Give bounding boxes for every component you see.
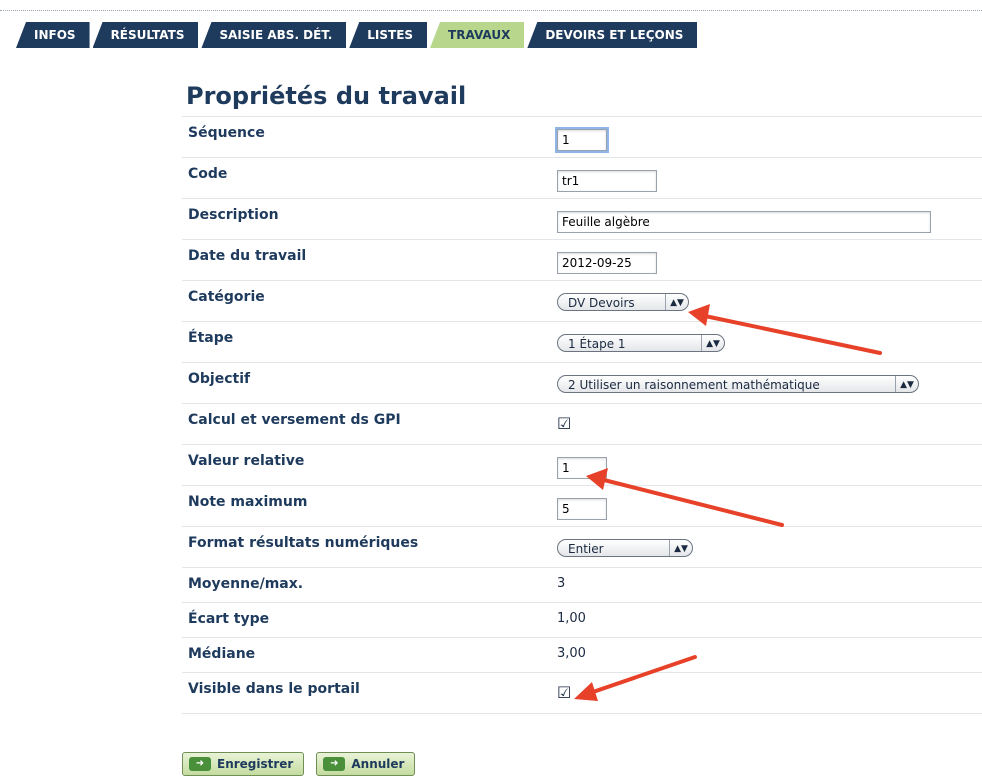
annotation-arrows — [574, 304, 882, 701]
cancel-label: Annuler — [351, 757, 405, 771]
save-button[interactable]: ➜ Enregistrer — [182, 752, 305, 776]
annotation-arrowhead — [574, 682, 598, 701]
annotation-arrow — [588, 655, 697, 695]
annotation-arrow — [602, 478, 784, 527]
annotation-arrowhead — [586, 468, 608, 490]
save-label: Enregistrer — [217, 757, 294, 771]
green-arrow-icon: ➜ — [323, 757, 346, 771]
cancel-button[interactable]: ➜ Annuler — [316, 752, 416, 776]
green-arrow-icon: ➜ — [189, 757, 211, 771]
annotation-arrowhead — [688, 304, 710, 326]
annotation-arrow — [703, 314, 882, 355]
form-buttons: ➜ Enregistrer ➜ Annuler — [182, 752, 416, 776]
